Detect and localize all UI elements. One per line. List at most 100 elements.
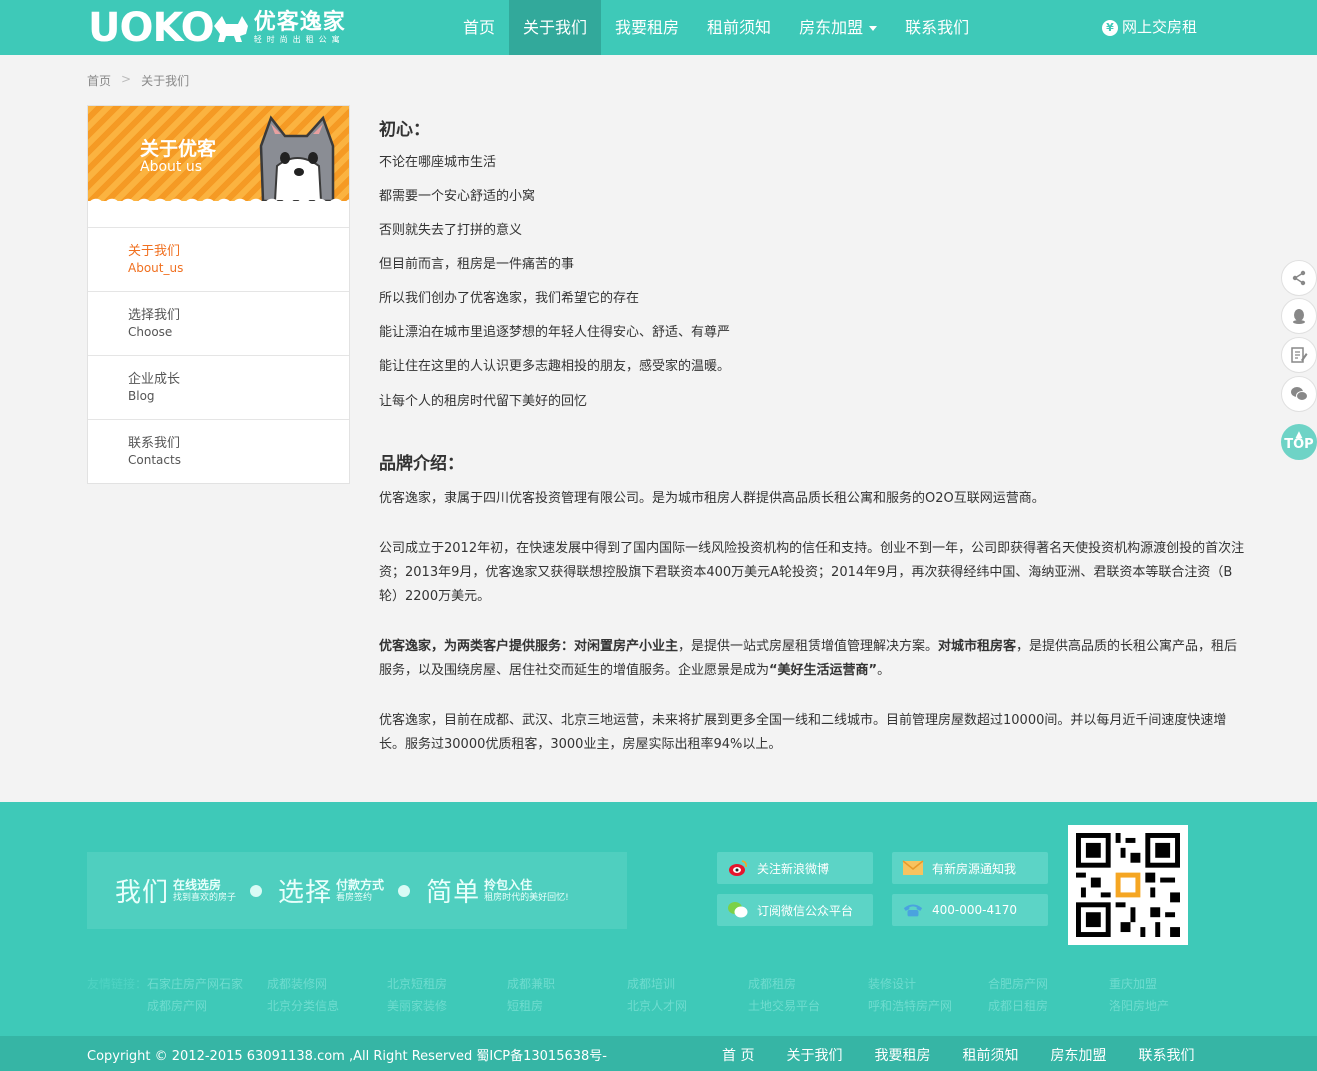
logo-mark: UOKO [88,5,215,51]
wechat-qr-code [1068,825,1188,945]
friend-link[interactable]: 北京短租房 [387,975,447,992]
friend-link[interactable]: 土地交易平台 [748,997,820,1014]
feedback-button[interactable] [1281,337,1317,373]
footer-nav-notice[interactable]: 租前须知 [962,1036,1018,1071]
banner-title: 关于优客 [140,138,217,160]
sidebar-item-contacts[interactable]: 联系我们 Contacts [88,419,349,483]
origin-line: 能让漂泊在城市里追逐梦想的年轻人住得安心、舒适、有尊严 [379,325,731,340]
nav-notice[interactable]: 租前须知 [693,0,785,55]
friend-link[interactable]: 成都租房 [748,975,796,992]
breadcrumb-separator: > [121,72,132,86]
origin-line: 都需要一个安心舒适的小窝 [379,189,536,204]
qq-icon [1293,309,1305,324]
breadcrumb-home[interactable]: 首页 [87,72,111,89]
friend-link[interactable]: 成都兼职 [507,975,555,992]
sidebar-item-sublabel: About_us [128,261,184,275]
sidebar-item-about[interactable]: 关于我们 About_us [88,227,349,291]
sidebar-item-blog[interactable]: 企业成长 Blog [88,355,349,419]
banner-scallop [88,191,349,201]
nav-landlord[interactable]: 房东加盟 [785,0,891,55]
friend-link[interactable]: 洛阳房地产 [1109,997,1169,1014]
husky-mascot-icon [259,115,335,201]
friend-link[interactable]: 美丽家装修 [387,997,447,1014]
back-to-top-label: TOP [1284,437,1314,452]
nav-rent[interactable]: 我要租房 [601,0,693,55]
nav-contact[interactable]: 联系我们 [891,0,983,55]
slogan-title: 付款方式 [336,877,385,892]
wechat-icon [1291,387,1308,401]
qr-code-icon [1076,833,1180,937]
wechat-button[interactable] [1281,376,1317,412]
notify-label: 有新房源通知我 [932,861,1017,876]
footer-nav-about[interactable]: 关于我们 [786,1036,842,1071]
section-title-brand: 品牌介绍： [379,454,464,474]
pay-rent-label: 网上交房租 [1122,18,1198,36]
friend-link[interactable]: 成都装修网 [267,975,327,992]
nav-landlord-label: 房东加盟 [799,18,864,37]
origin-line: 让每个人的租房时代留下美好的回忆 [379,394,588,409]
back-to-top-button[interactable]: ▲ TOP [1281,424,1317,460]
slogan-step: 我们 在线选房 找到喜欢的房子 [115,872,236,909]
sidebar-item-sublabel: Choose [128,325,173,339]
slogan-desc: 找到喜欢的房子 [173,892,237,903]
friend-link[interactable]: 呼和浩特房产网 [868,997,952,1014]
slogan-step: 选择 付款方式 看房签约 [278,872,384,909]
site-footer: 我们 在线选房 找到喜欢的房子 选择 付款方式 看房签约 简单 拎包入住 租房时… [0,802,1317,1071]
origin-line: 所以我们创办了优客逸家，我们希望它的存在 [379,291,640,306]
slogan-title: 在线选房 [173,877,222,892]
slogan-big: 我们 [115,878,170,908]
friend-link[interactable]: 成都日租房 [988,997,1048,1014]
footer-nav-landlord[interactable]: 房东加盟 [1050,1036,1106,1071]
slogan-desc: 看房签约 [336,892,373,903]
sidebar-item-choose[interactable]: 选择我们 Choose [88,291,349,355]
footer-bottom-bar: Copyright © 2012-2015 63091138.com ,All … [0,1036,1317,1071]
friend-link[interactable]: 装修设计 [868,975,916,992]
footer-nav-contact[interactable]: 联系我们 [1138,1036,1194,1071]
logo-chinese: 优客逸家 [253,10,346,35]
brand-paragraph: 优客逸家，为两类客户提供服务：对闲置房产小业主，是提供一站式房屋租赁增值管理解决… [379,635,1245,683]
friend-link[interactable]: 北京人才网 [627,997,687,1014]
nav-home[interactable]: 首页 [449,0,509,55]
friend-link[interactable]: 成都房产网 [147,997,207,1014]
sidebar-item-label: 联系我们 [128,436,181,451]
notify-button[interactable]: 有新房源通知我 [892,852,1048,884]
friend-link[interactable]: 短租房 [507,997,543,1014]
slogan-big: 选择 [278,878,333,908]
main-nav: 首页 关于我们 我要租房 租前须知 房东加盟 联系我们 [449,0,983,55]
slogan-title: 拎包入住 [484,877,533,892]
nav-about[interactable]: 关于我们 [509,0,602,55]
bold-text: 优客逸家，为两类客户提供服务：对闲置房产小业主 [379,639,679,654]
share-icon [1292,270,1306,286]
share-button[interactable] [1281,260,1317,296]
pay-rent-link[interactable]: ¥ 网上交房租 [1102,0,1197,55]
friend-link[interactable]: 重庆加盟 [1109,975,1157,992]
weibo-follow-button[interactable]: 关注新浪微博 [717,852,873,884]
wechat-subscribe-button[interactable]: 订阅微信公众平台 [717,894,873,926]
mail-icon [902,858,924,878]
site-logo[interactable]: UOKO 优客逸家 轻时尚出租公寓 [88,6,346,50]
origin-line: 否则就失去了打拼的意义 [379,223,523,238]
brand-paragraph: 优客逸家，隶属于四川优客投资管理有限公司。是为城市租房人群提供高品质长租公寓和服… [379,491,1045,506]
breadcrumb-current: 关于我们 [141,74,190,88]
slogan-banner: 我们 在线选房 找到喜欢的房子 选择 付款方式 看房签约 简单 拎包入住 租房时… [87,852,627,929]
wechat-icon [727,900,749,920]
friend-link[interactable]: 合肥房产网 [988,975,1048,992]
caret-down-icon [869,26,878,31]
paw-icon [250,884,263,897]
sidebar-item-label: 选择我们 [128,308,181,323]
footer-nav-rent[interactable]: 我要租房 [874,1036,930,1071]
sidebar-item-label: 企业成长 [128,372,181,387]
origin-line: 不论在哪座城市生活 [379,155,497,170]
site-header: UOKO 优客逸家 轻时尚出租公寓 首页 关于我们 我要租房 租前须知 房东加盟… [0,0,1317,55]
friend-link[interactable]: 成都培训 [627,975,675,992]
footer-nav: 首 页 关于我们 我要租房 租前须知 房东加盟 联系我们 [722,1036,1194,1071]
footer-nav-home[interactable]: 首 页 [722,1036,754,1071]
sidebar-item-label: 关于我们 [128,244,181,259]
friend-link[interactable]: 北京分类信息 [267,997,339,1014]
para-text: 。 [877,663,891,678]
phone-button[interactable]: 400-000-4170 [892,894,1048,926]
edit-icon [1291,347,1308,363]
friend-link[interactable]: 石家庄房产网石家 [147,975,243,992]
qq-button[interactable] [1281,298,1317,334]
breadcrumb: 首页 > 关于我们 [87,72,189,89]
